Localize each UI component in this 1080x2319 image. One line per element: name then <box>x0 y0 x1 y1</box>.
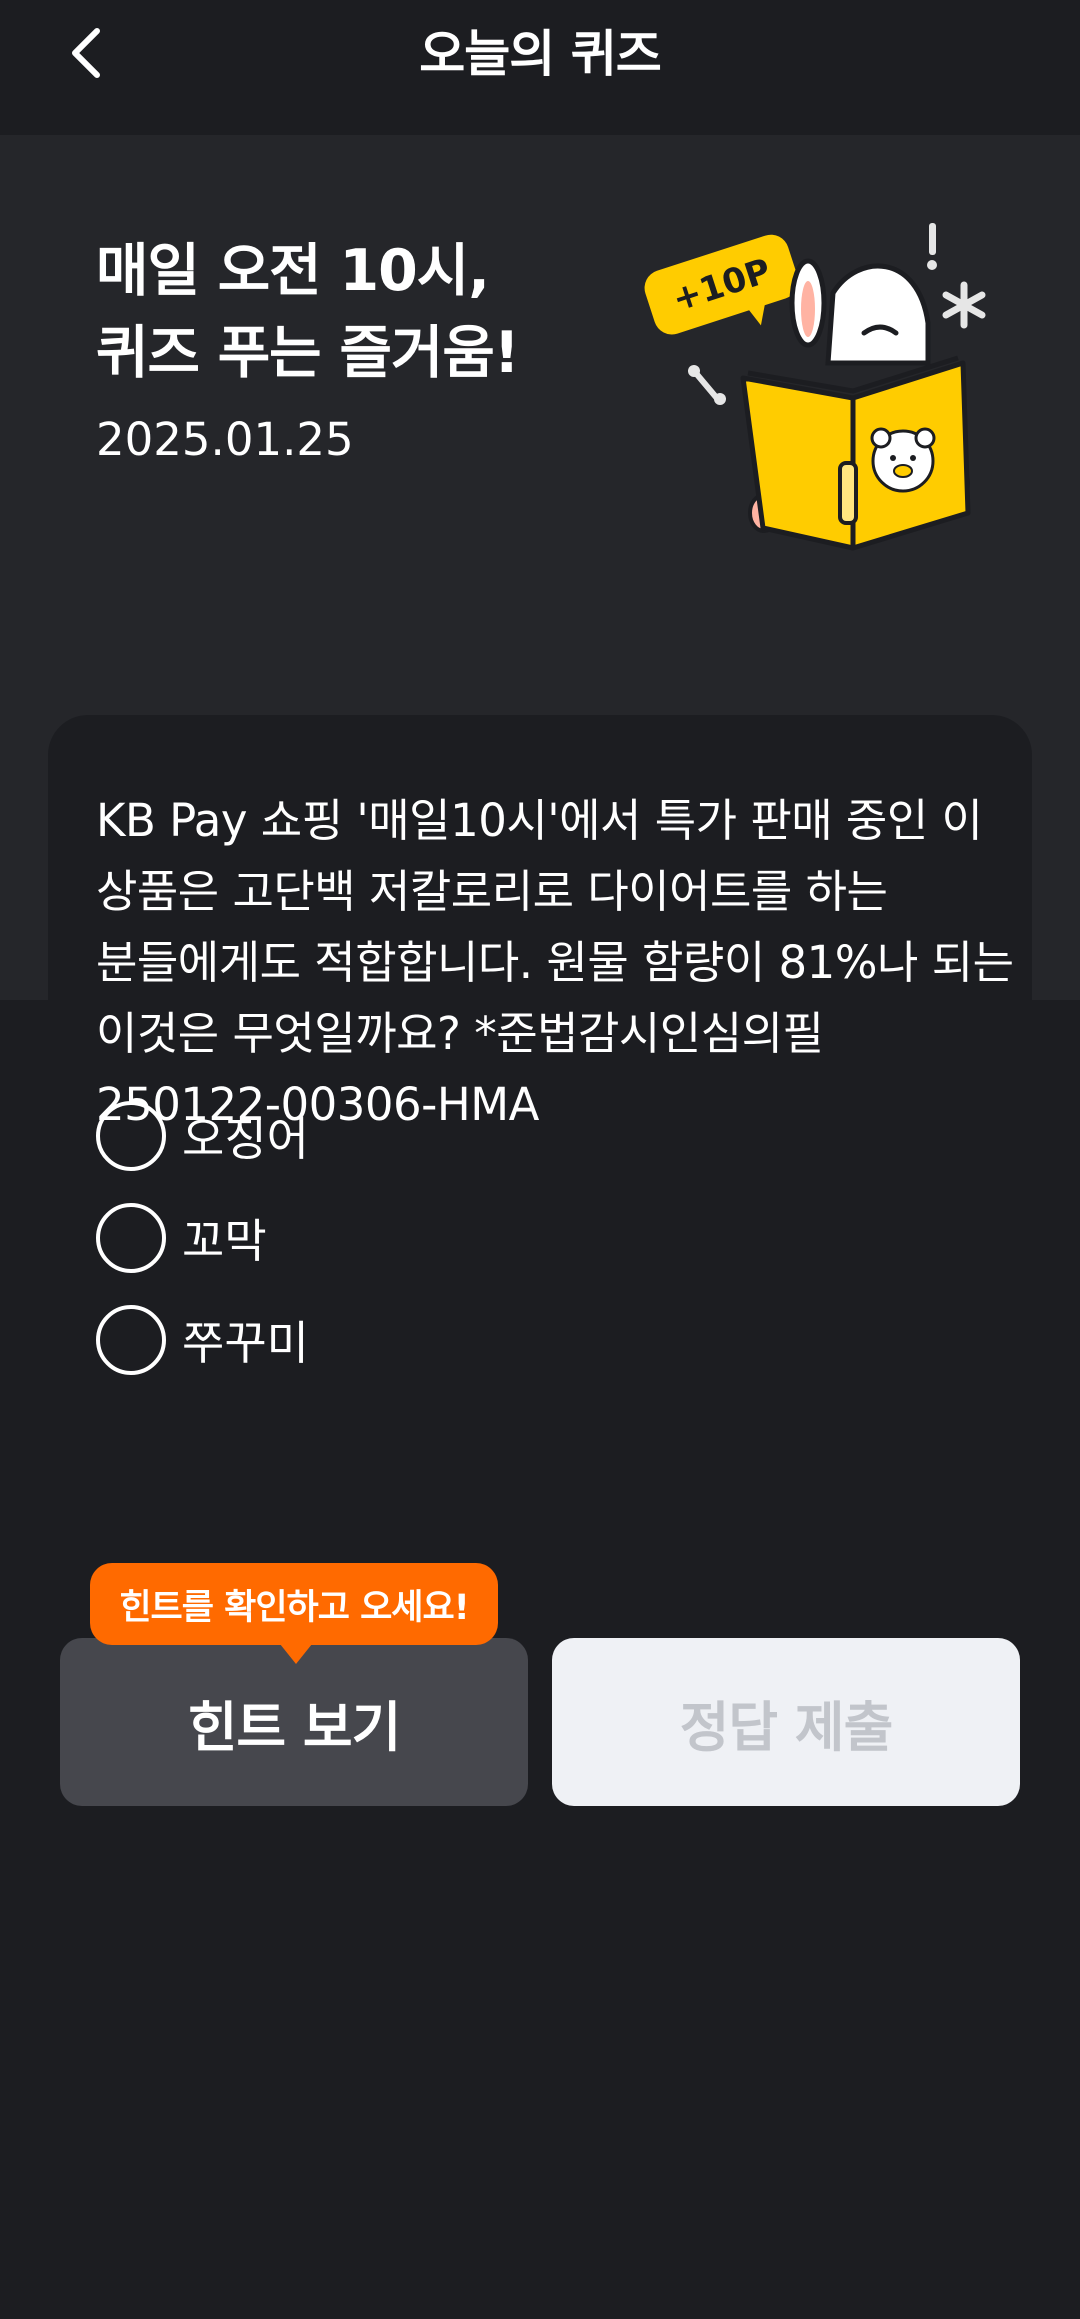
top-app-bar: 오늘의 퀴즈 <box>0 0 1080 135</box>
mascot-reading-book-illustration: +10P <box>644 223 986 551</box>
radio-unchecked-icon[interactable] <box>96 1305 166 1375</box>
question-text: KB Pay 쇼핑 '매일10시'에서 특가 판매 중인 이 상품은 고단백 저… <box>96 794 1014 1131</box>
question-card: KB Pay 쇼핑 '매일10시'에서 특가 판매 중인 이 상품은 고단백 저… <box>48 715 1032 1135</box>
quiz-date: 2025.01.25 <box>96 413 354 466</box>
answer-option-3[interactable]: 쭈꾸미 <box>96 1304 976 1376</box>
hero-heading: 매일 오전 10시, 퀴즈 푸는 즐거움! <box>96 230 656 394</box>
hero-banner: 매일 오전 10시, 퀴즈 푸는 즐거움! 2025.01.25 +10P KB… <box>0 135 1080 1135</box>
answer-option-label: 오징어 <box>182 1112 309 1166</box>
submit-answer-button[interactable]: 정답 제출 <box>552 1638 1020 1806</box>
answer-option-label: 쭈꾸미 <box>182 1316 309 1370</box>
quiz-screen: 오늘의 퀴즈 매일 오전 10시, 퀴즈 푸는 즐거움! 2025.01.25 … <box>0 0 1080 2319</box>
answer-option-1[interactable]: 오징어 <box>96 1100 976 1172</box>
answer-option-2[interactable]: 꼬막 <box>96 1202 976 1274</box>
tooltip-tail <box>280 1644 312 1664</box>
hero-heading-line2: 퀴즈 푸는 즐거움! <box>96 320 520 386</box>
hint-tooltip: 힌트를 확인하고 오세요! <box>90 1563 498 1645</box>
hero-heading-line1: 매일 오전 10시, <box>96 238 490 304</box>
radio-unchecked-icon[interactable] <box>96 1203 166 1273</box>
radio-unchecked-icon[interactable] <box>96 1101 166 1171</box>
answer-option-label: 꼬막 <box>182 1214 267 1268</box>
page-title: 오늘의 퀴즈 <box>419 25 661 83</box>
answer-options: 오징어 꼬막 쭈꾸미 <box>96 1100 976 1406</box>
